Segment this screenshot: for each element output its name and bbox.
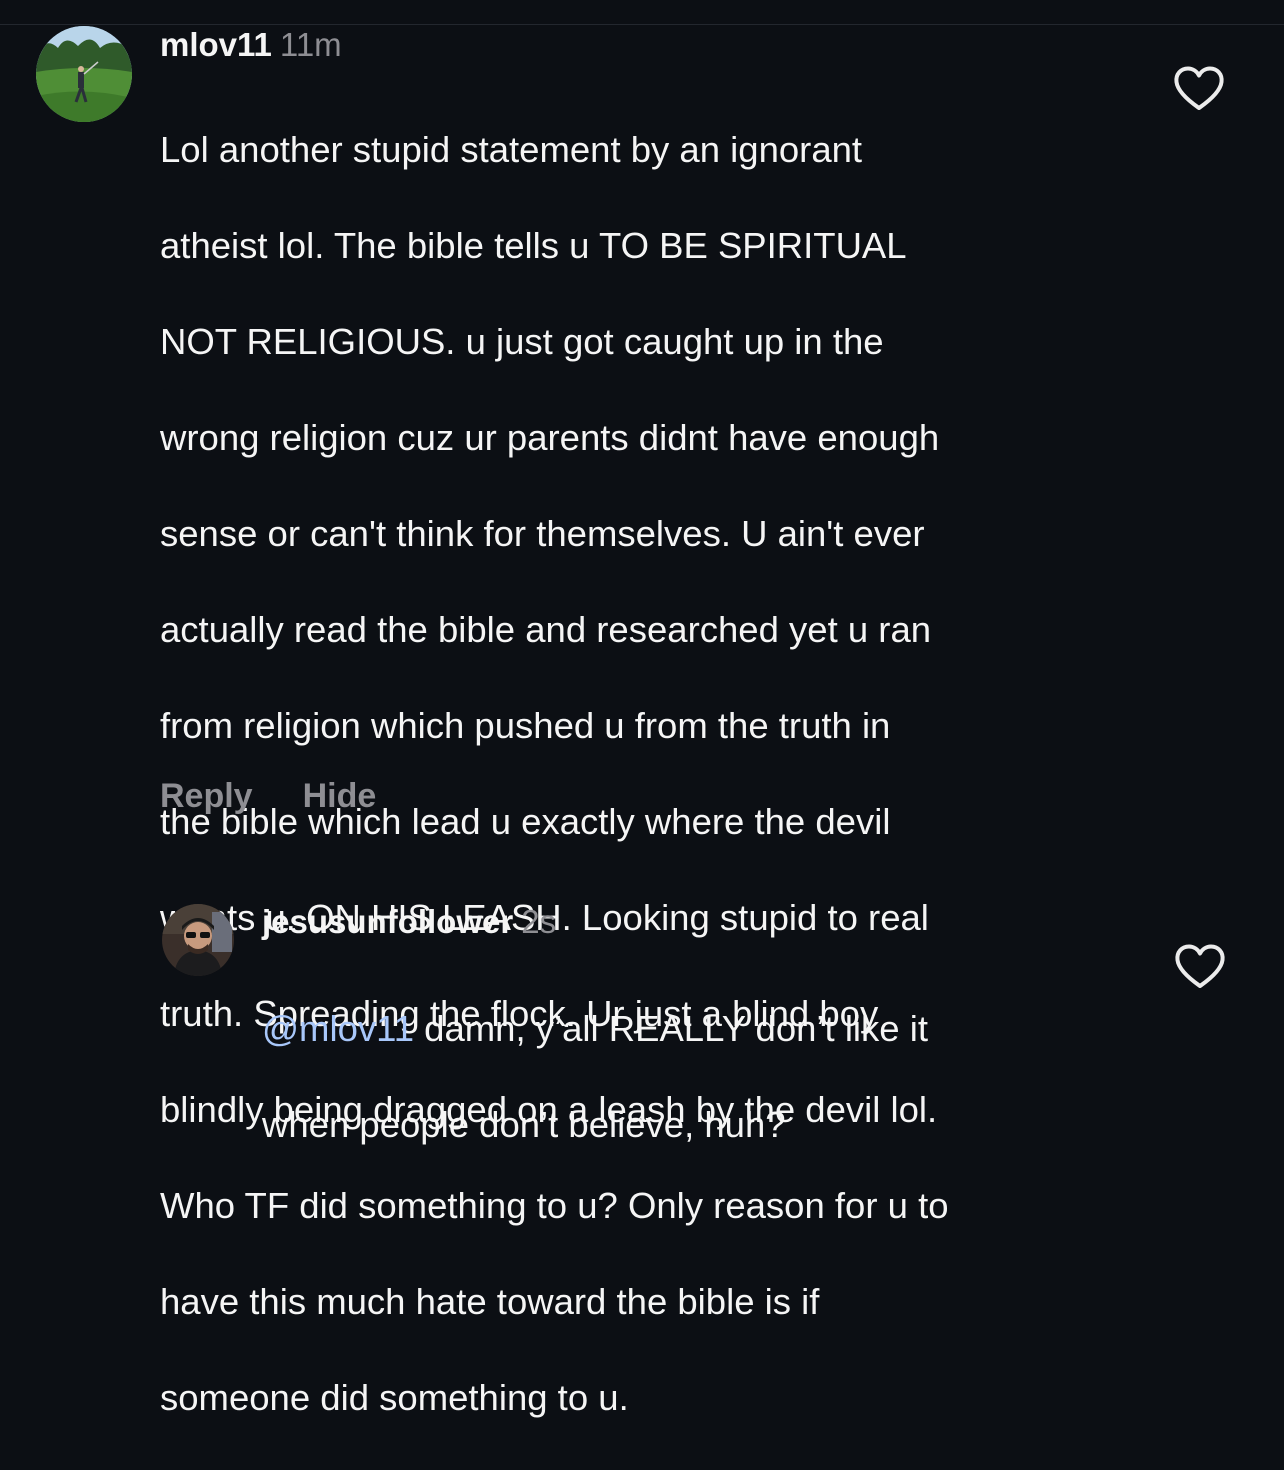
comment-text-line: @mlov11 damn, y’all REALLY don’t like it — [262, 1005, 1162, 1053]
comment-text-line: sense or can't think for themselves. U a… — [160, 513, 925, 554]
comment-text-line: someone did something to u. — [160, 1377, 629, 1418]
comment-text-line: wrong religion cuz ur parents didnt have… — [160, 417, 940, 458]
like-button[interactable] — [1173, 942, 1227, 992]
comment-text-line: when people don’t believe, huh? — [262, 1104, 786, 1145]
username[interactable]: jesusunfollower — [262, 903, 513, 940]
timestamp: 11m — [279, 26, 342, 63]
avatar[interactable] — [162, 904, 234, 976]
heart-outline-icon — [1174, 66, 1224, 110]
hide-button[interactable]: Hide — [303, 777, 377, 815]
reply-button[interactable]: Reply — [160, 777, 253, 815]
avatar[interactable] — [36, 26, 132, 122]
comment-text-segment: damn, y’all REALLY don’t like it — [414, 1008, 928, 1049]
comment-mlov11: mlov11 11m Lol another stupid statement b… — [0, 0, 1284, 1418]
username[interactable]: mlov11 — [160, 26, 272, 63]
comment-text: @mlov11 damn, y’all REALLY don’t like it… — [262, 957, 1162, 1197]
heart-outline-icon — [1175, 944, 1225, 988]
golf-course-avatar-image — [36, 26, 132, 122]
comment-text: Lol another stupid statement by an ignor… — [160, 78, 1160, 1470]
timestamp: 2s — [521, 903, 557, 940]
comment-text-line: have this much hate toward the bible is … — [160, 1281, 820, 1322]
comment-header: mlov11 11m — [160, 25, 342, 65]
profile-avatar-image — [162, 904, 234, 976]
comment-text-line: from religion which pushed u from the tr… — [160, 705, 891, 746]
comment-text-line: Lol another stupid statement by an ignor… — [160, 129, 863, 170]
comment-actions: Reply Hide — [160, 776, 376, 816]
comment-text-line: atheist lol. The bible tells u TO BE SPI… — [160, 225, 907, 266]
like-button[interactable] — [1172, 64, 1226, 114]
comment-header: jesusunfollower 2s — [262, 902, 556, 942]
mention-link[interactable]: @mlov11 — [262, 1008, 414, 1049]
comment-text-line: NOT RELIGIOUS. u just got caught up in t… — [160, 321, 884, 362]
comment-text-line: actually read the bible and researched y… — [160, 609, 932, 650]
comment-jesusunfollower: jesusunfollower 2s @mlov11 damn, y’all RE… — [0, 880, 1284, 1145]
